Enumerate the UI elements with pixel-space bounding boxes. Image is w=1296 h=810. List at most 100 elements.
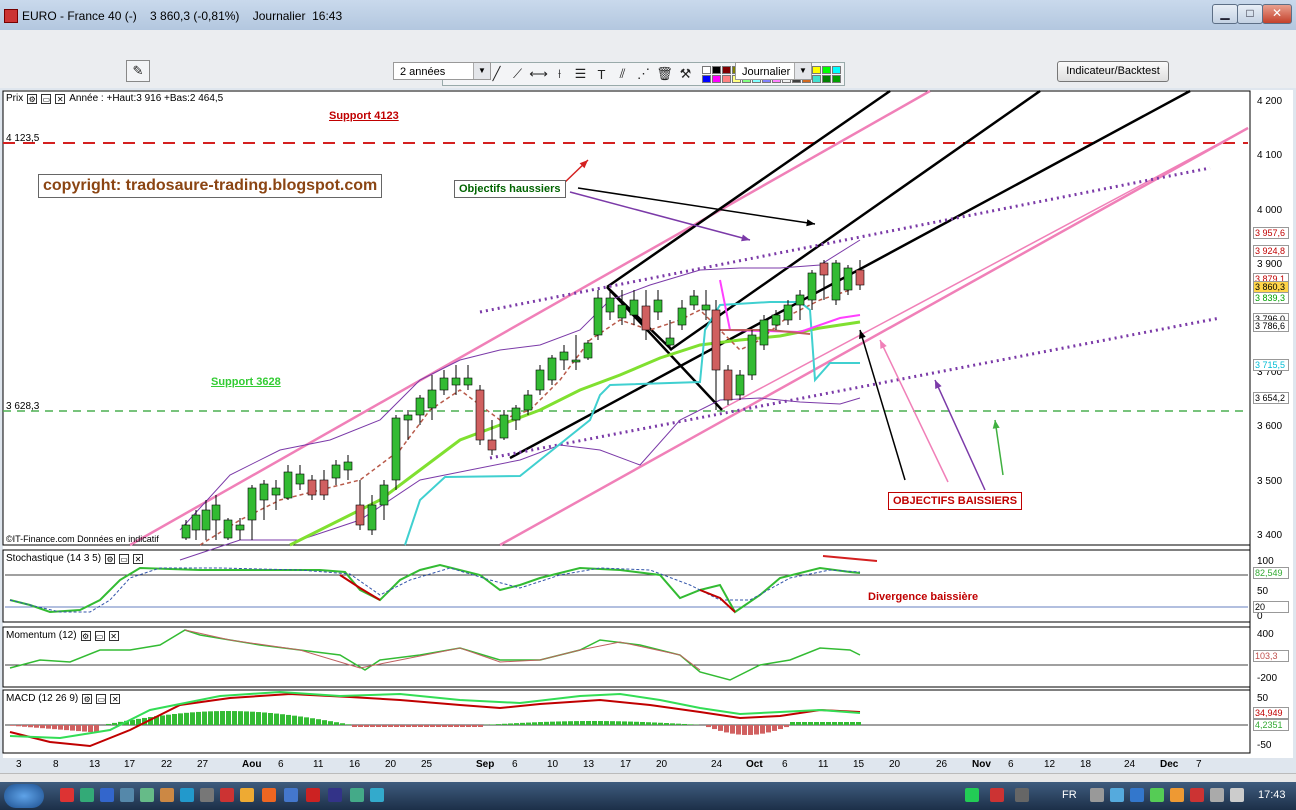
- axis-tick: 3 500: [1257, 476, 1283, 487]
- app-icon[interactable]: [120, 788, 134, 802]
- date-tick: 27: [197, 759, 209, 770]
- settings-icon[interactable]: ⚙: [82, 693, 93, 704]
- tray-icon[interactable]: [1150, 788, 1164, 802]
- candle-body: [617, 304, 627, 319]
- macd-histogram-bar: [448, 725, 453, 727]
- taskbar: FR 17:43: [0, 782, 1296, 810]
- support-4123-annotation: Support 4123: [329, 110, 399, 122]
- language-indicator[interactable]: FR: [1062, 789, 1077, 801]
- momentum-panel-frame: [2, 626, 1251, 688]
- macd-histogram-bar: [520, 722, 525, 725]
- macd-histogram-bar: [430, 725, 435, 727]
- app-icon[interactable]: [262, 788, 276, 802]
- macd-histogram-bar: [340, 723, 345, 725]
- macd-histogram-bar: [598, 721, 603, 725]
- close-icon[interactable]: ✕: [133, 553, 144, 564]
- candle-body: [747, 334, 757, 376]
- price-box: 3 654,2: [1253, 392, 1289, 404]
- macd-histogram-bar: [832, 722, 837, 725]
- settings-icon[interactable]: ⚙: [105, 553, 116, 564]
- chart-canvas[interactable]: [0, 0, 1296, 810]
- momentum-tick: -200: [1257, 673, 1278, 684]
- macd-histogram-bar: [46, 725, 51, 729]
- app-icon[interactable]: [240, 788, 254, 802]
- momentum-label: Momentum (12): [6, 630, 77, 641]
- app-icon[interactable]: [370, 788, 384, 802]
- close-icon[interactable]: ✕: [108, 630, 119, 641]
- tray-icon[interactable]: [1170, 788, 1184, 802]
- candle-body: [807, 272, 817, 301]
- tray-icon[interactable]: [1190, 788, 1204, 802]
- tray-icon[interactable]: [990, 788, 1004, 802]
- app-icon[interactable]: [200, 788, 214, 802]
- app-icon[interactable]: [140, 788, 154, 802]
- app-icon[interactable]: [284, 788, 298, 802]
- candle-body: [191, 514, 201, 531]
- start-button[interactable]: [4, 784, 44, 808]
- app-icon[interactable]: [100, 788, 114, 802]
- date-tick: Oct: [746, 759, 763, 770]
- macd-histogram-bar: [604, 721, 609, 725]
- candle-body: [677, 307, 687, 326]
- clock: 17:43: [1258, 789, 1286, 801]
- momentum-tick: 400: [1257, 629, 1274, 640]
- macd-histogram-bar: [466, 725, 471, 727]
- candle-body: [259, 483, 269, 501]
- macd-histogram-bar: [748, 725, 753, 735]
- macd-histogram-bar: [676, 723, 681, 725]
- date-tick: 24: [1124, 759, 1136, 770]
- macd-label: MACD (12 26 9): [6, 693, 79, 704]
- macd-histogram-bar: [184, 712, 189, 725]
- date-tick: Dec: [1160, 759, 1179, 770]
- app-icon[interactable]: [306, 788, 320, 802]
- window-icon[interactable]: ▭: [41, 93, 52, 104]
- network-icon[interactable]: [1210, 788, 1224, 802]
- macd-histogram-bar: [52, 725, 57, 730]
- date-tick: 11: [313, 759, 324, 770]
- settings-icon[interactable]: ⚙: [80, 630, 91, 641]
- window-icon[interactable]: ▭: [94, 630, 105, 641]
- momentum-value-box: 103,3: [1253, 650, 1289, 662]
- app-icon[interactable]: [60, 788, 74, 802]
- macd-histogram-bar: [838, 722, 843, 725]
- candle-body: [283, 471, 293, 499]
- settings-icon[interactable]: ⚙: [27, 93, 38, 104]
- candle-body: [771, 314, 781, 326]
- tray-icon[interactable]: [1090, 788, 1104, 802]
- macd-histogram-bar: [352, 725, 357, 727]
- stochastic-red-segment: [339, 574, 381, 601]
- date-tick: 6: [1008, 759, 1014, 770]
- candle-body: [439, 377, 449, 391]
- price-panel-header: Prix ⚙ ▭ ✕ Année : +Haut:3 916 +Bas:2 46…: [6, 93, 224, 104]
- tray-icon[interactable]: [965, 788, 979, 802]
- window-icon[interactable]: ▭: [96, 693, 107, 704]
- divergence-annotation: Divergence baissière: [868, 591, 979, 603]
- volume-icon[interactable]: [1230, 788, 1244, 802]
- macd-histogram-bar: [790, 722, 795, 725]
- app-icon[interactable]: [328, 788, 342, 802]
- candle-body: [247, 487, 257, 521]
- app-icon[interactable]: [160, 788, 174, 802]
- date-tick: 22: [161, 759, 173, 770]
- date-tick: 17: [620, 759, 632, 770]
- macd-histogram-bar: [784, 725, 789, 728]
- macd-histogram-bar: [442, 725, 447, 727]
- candle-body: [701, 304, 711, 311]
- window-icon[interactable]: ▭: [119, 553, 130, 564]
- app-icon[interactable]: [180, 788, 194, 802]
- tray-icon[interactable]: [1015, 788, 1029, 802]
- bluetooth-icon[interactable]: [1130, 788, 1144, 802]
- close-icon[interactable]: ✕: [110, 693, 121, 704]
- close-icon[interactable]: ✕: [55, 93, 66, 104]
- macd-histogram-bar: [802, 722, 807, 725]
- app-icon[interactable]: [350, 788, 364, 802]
- tray-icon[interactable]: [1110, 788, 1124, 802]
- app-icon[interactable]: [220, 788, 234, 802]
- candle-body: [795, 294, 805, 306]
- macd-histogram-bar: [364, 725, 369, 727]
- app-icon[interactable]: [80, 788, 94, 802]
- macd-histogram-bar: [82, 725, 87, 732]
- macd-histogram-bar: [28, 725, 33, 728]
- date-tick: 13: [583, 759, 595, 770]
- macd-histogram-bar: [616, 721, 621, 725]
